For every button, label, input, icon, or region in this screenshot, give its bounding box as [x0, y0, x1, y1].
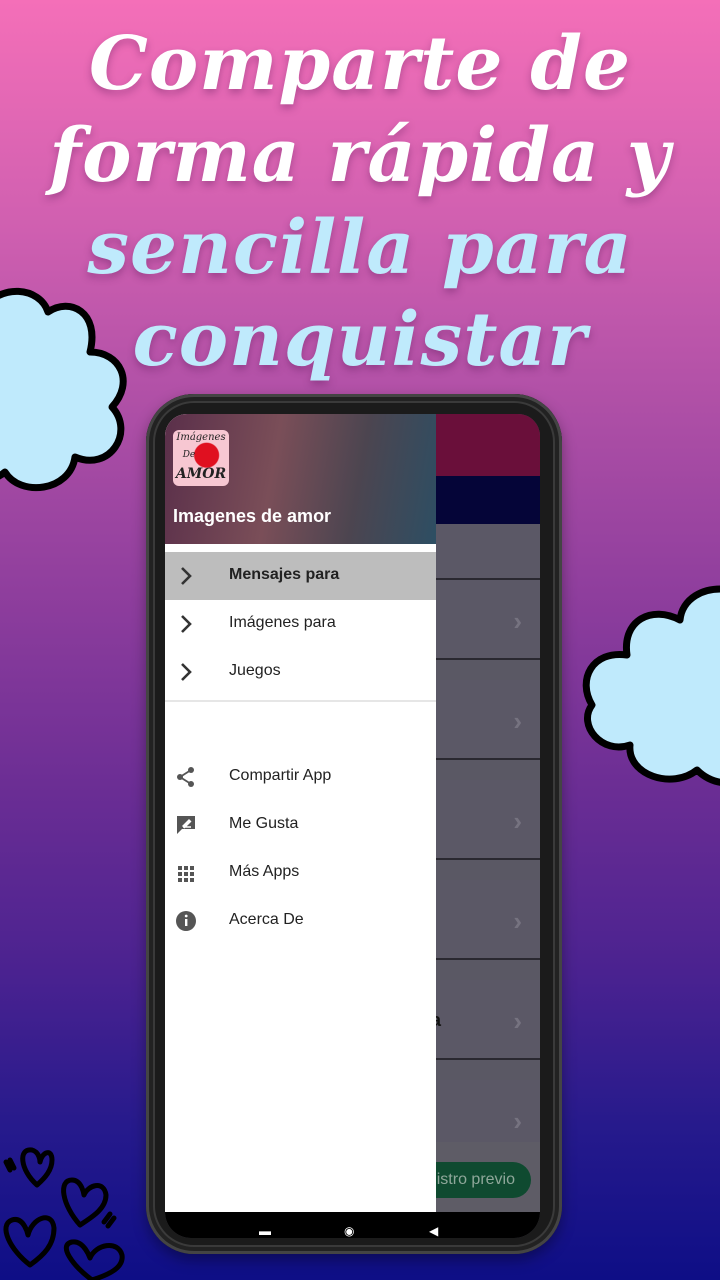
drawer-primary-menu: Mensajes para Imágenes para Juegos	[165, 552, 436, 702]
system-navigation-bar: ▬ ◉ ◀	[165, 1212, 540, 1238]
menu-item-label: Juegos	[229, 662, 281, 679]
headline-line-3: sencilla para	[87, 205, 633, 291]
drawer-header-strip	[165, 544, 436, 552]
cloud-left-decoration	[0, 287, 127, 491]
chevron-right-icon	[175, 564, 197, 588]
hearts-decoration	[3, 1147, 125, 1280]
menu-item-juegos[interactable]: Juegos	[165, 648, 436, 696]
chevron-right-icon: ›	[513, 806, 522, 836]
chevron-right-icon	[175, 660, 197, 684]
menu-item-compartir-app[interactable]: Compartir App	[165, 753, 436, 801]
menu-divider	[165, 700, 436, 702]
menu-item-label: Compartir App	[229, 767, 332, 784]
app-icon-text-3: AMOR	[175, 466, 227, 482]
chevron-right-icon: ›	[513, 606, 522, 636]
drawer-secondary-menu: Compartir App Me Gusta Más Apps Acerca D…	[165, 753, 436, 945]
rate-review-icon	[175, 813, 197, 837]
headline-line-1: Comparte de	[88, 21, 632, 107]
drawer-header: Imágenes De AMOR Imagenes de amor	[165, 414, 436, 544]
navigation-drawer: Imágenes De AMOR Imagenes de amor Mensaj…	[165, 414, 436, 1212]
menu-item-label: Más Apps	[229, 863, 300, 880]
chevron-right-icon: ›	[513, 906, 522, 936]
menu-item-label: Me Gusta	[229, 815, 299, 832]
home-button[interactable]: ◉	[344, 1224, 354, 1238]
recents-button[interactable]: ▬	[259, 1224, 271, 1238]
menu-item-label: Mensajes para	[229, 566, 340, 583]
menu-item-imagenes-para[interactable]: Imágenes para	[165, 600, 436, 648]
menu-item-label: Imágenes para	[229, 614, 336, 631]
menu-item-mensajes-para[interactable]: Mensajes para	[165, 552, 436, 600]
chevron-right-icon	[175, 612, 197, 636]
menu-item-acerca-de[interactable]: Acerca De	[165, 897, 436, 945]
menu-item-me-gusta[interactable]: Me Gusta	[165, 801, 436, 849]
chevron-right-icon: ›	[513, 1006, 522, 1036]
app-icon-text-1: Imágenes	[176, 432, 226, 443]
cloud-right-decoration	[582, 585, 720, 786]
app-icon: Imágenes De AMOR	[173, 430, 229, 486]
app-icon-text-2: De	[182, 450, 196, 460]
menu-item-mas-apps[interactable]: Más Apps	[165, 849, 436, 897]
menu-item-label: Acerca De	[229, 911, 304, 928]
drawer-title: Imagenes de amor	[173, 506, 332, 526]
apps-grid-icon	[175, 861, 197, 885]
share-icon	[175, 765, 197, 789]
back-button[interactable]: ◀	[429, 1224, 438, 1238]
phone-screen: tir › › › › a › › istro previo Imágenes …	[165, 414, 540, 1238]
chevron-right-icon: ›	[513, 1106, 522, 1136]
chevron-right-icon: ›	[513, 706, 522, 736]
info-icon	[175, 909, 197, 933]
headline-line-2: forma rápida y	[49, 113, 671, 199]
